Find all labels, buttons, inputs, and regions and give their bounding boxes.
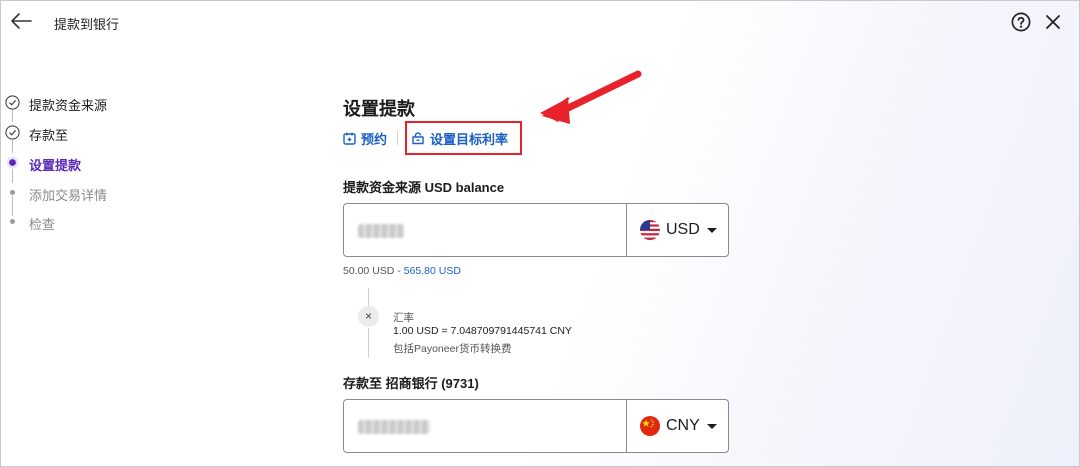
source-currency-select[interactable]: USD bbox=[626, 204, 729, 256]
page-title: 提款到银行 bbox=[54, 17, 120, 32]
help-icon[interactable] bbox=[1011, 12, 1031, 32]
step-label: 检查 bbox=[29, 217, 56, 232]
rate-fee-note: 包括Payoneer货币转换费 bbox=[393, 343, 512, 355]
step-review: 检查 bbox=[0, 211, 140, 233]
check-circle-icon bbox=[5, 95, 20, 110]
withdraw-amount-input[interactable] bbox=[344, 204, 626, 256]
rate-connector bbox=[368, 328, 369, 358]
step-label: 存款至 bbox=[29, 128, 69, 143]
step-label: 设置提款 bbox=[29, 158, 82, 173]
check-circle-icon bbox=[5, 125, 20, 140]
step-label: 添加交易详情 bbox=[29, 188, 108, 203]
section-title: 设置提款 bbox=[343, 99, 415, 119]
schedule-link[interactable]: 预约 bbox=[343, 129, 387, 148]
back-arrow-icon[interactable] bbox=[10, 11, 32, 31]
caret-down-icon bbox=[707, 228, 717, 233]
step-funding-source[interactable]: 提款资金来源 bbox=[0, 92, 140, 114]
current-step-icon bbox=[6, 156, 19, 169]
annotation-arrow bbox=[540, 70, 642, 124]
option-divider bbox=[397, 131, 398, 145]
step-deposit-to[interactable]: 存款至 bbox=[0, 122, 140, 144]
destination-label: 存款至 招商银行 (9731) bbox=[343, 376, 479, 391]
step-connector bbox=[12, 110, 13, 122]
destination-currency-select[interactable]: CNY bbox=[626, 400, 729, 452]
currency-code: CNY bbox=[666, 417, 700, 434]
rate-title: 汇率 bbox=[393, 312, 414, 324]
currency-code: USD bbox=[666, 221, 700, 238]
cn-flag-icon bbox=[640, 416, 660, 436]
redacted-amount bbox=[358, 420, 430, 434]
range-max: 565.80 USD bbox=[403, 265, 461, 277]
us-flag-icon bbox=[640, 220, 660, 240]
withdraw-amount-group: USD bbox=[343, 203, 729, 257]
amount-range: 50.00 USD - 565.80 USD bbox=[343, 265, 461, 277]
receive-amount-input[interactable] bbox=[344, 400, 626, 452]
caret-down-icon bbox=[707, 424, 717, 429]
receive-amount-group: CNY bbox=[343, 399, 729, 453]
range-separator: - bbox=[394, 265, 404, 277]
redacted-amount bbox=[358, 224, 404, 238]
annotation-highlight-box bbox=[405, 121, 522, 155]
step-connector bbox=[12, 169, 13, 183]
calendar-icon bbox=[343, 132, 356, 145]
step-set-withdrawal[interactable]: 设置提款 bbox=[0, 152, 140, 174]
range-min: 50.00 USD bbox=[343, 265, 395, 277]
multiply-icon: × bbox=[358, 306, 379, 327]
step-label: 提款资金来源 bbox=[29, 98, 108, 113]
step-transaction-details: 添加交易详情 bbox=[0, 182, 140, 204]
schedule-label: 预约 bbox=[361, 132, 388, 147]
source-label: 提款资金来源 USD balance bbox=[343, 180, 505, 195]
rate-connector bbox=[368, 288, 369, 306]
close-icon[interactable] bbox=[1044, 13, 1062, 31]
rate-value: 1.00 USD = 7.048709791445741 CNY bbox=[393, 325, 572, 337]
